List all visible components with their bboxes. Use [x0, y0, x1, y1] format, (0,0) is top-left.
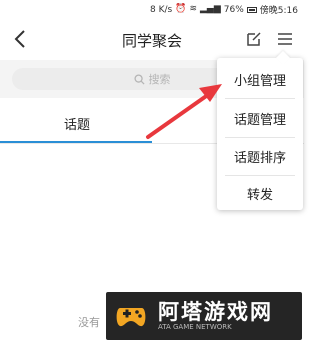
- watermark-title: 阿塔游戏网: [158, 300, 273, 324]
- watermark-subtitle: ATA GAME NETWORK: [158, 323, 232, 331]
- watermark-banner: 阿塔游戏网 ATA GAME NETWORK: [106, 292, 302, 340]
- gamepad-logo-icon: [116, 308, 146, 327]
